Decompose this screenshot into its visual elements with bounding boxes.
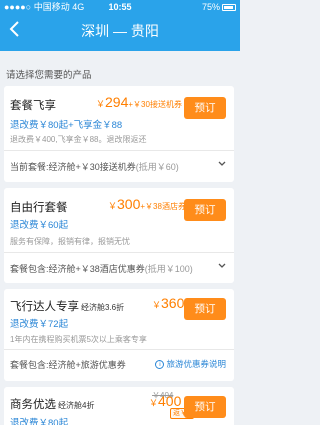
product-discount: 经济舱3.6折 (81, 303, 125, 312)
package-detail-row[interactable]: 套餐包含:经济舱+￥38酒店优惠券(抵用￥100) (10, 262, 226, 275)
book-button[interactable]: 预订 (184, 199, 226, 221)
refund-fee[interactable]: 退改费￥72起 (10, 316, 68, 330)
refund-fee[interactable]: 退改费￥60起 (10, 217, 68, 231)
refund-fee[interactable]: 退改费￥80起+飞享金￥88 (10, 117, 122, 131)
divider (4, 252, 234, 253)
package-detail-row[interactable]: 当前套餐:经济舱+￥30接送机券(抵用￥60) (10, 160, 226, 173)
book-button[interactable]: 预订 (184, 396, 226, 418)
coupon-info-link[interactable]: i 旅游优惠券说明 (155, 358, 226, 370)
product-name: 套餐飞享 (10, 100, 56, 112)
book-button[interactable]: 预订 (184, 97, 226, 119)
product-name: 飞行达人专享 经济舱3.6折 (10, 301, 125, 313)
product-discount: 经济舱4折 (58, 401, 95, 410)
product-card-free-travel: 自由行套餐 ￥300+￥38酒店券 预订 退改费￥60起 服务有保障，报销有律，… (4, 188, 234, 283)
chevron-left-icon (9, 21, 19, 37)
battery-icon (222, 4, 236, 12)
refund-fee[interactable]: 退改费￥80起 (10, 415, 68, 425)
product-card-business: 商务优选 经济舱4折 ￥404 ￥400 返￥4 预订 退改费￥80起 (4, 387, 234, 425)
product-note: 服务有保障，报销有律，报销无忧 (10, 237, 130, 246)
product-note: 1年内在携程购买机票5次以上乘客专享 (10, 335, 147, 344)
header-bar: ●●●●○ 中国移动 4G 10:55 75% 深圳 — 贵阳 (0, 0, 240, 51)
page-title: 深圳 — 贵阳 (81, 23, 159, 39)
chevron-down-icon[interactable] (218, 261, 226, 271)
product-price: ￥360 (152, 295, 185, 311)
product-name: 自由行套餐 (10, 202, 68, 214)
product-card-combo: 套餐飞享 ￥294+￥30接送机券 预订 退改费￥80起+飞享金￥88 退改费￥… (4, 86, 234, 182)
divider (4, 349, 234, 350)
product-price: ￥294+￥30接送机券 (96, 94, 182, 110)
product-card-frequent-flyer: 飞行达人专享 经济舱3.6折 ￥360 预订 退改费￥72起 1年内在携程购买机票… (4, 289, 234, 381)
product-name: 商务优选 经济舱4折 (10, 399, 95, 411)
divider (4, 150, 234, 151)
section-title: 请选择您需要的产品 (6, 70, 92, 81)
back-button[interactable] (8, 20, 28, 42)
product-price: ￥300+￥38酒店券 (108, 196, 186, 212)
status-battery: 75% (202, 0, 236, 14)
book-button[interactable]: 预订 (184, 298, 226, 320)
chevron-down-icon[interactable] (218, 159, 226, 169)
info-icon: i (155, 360, 165, 370)
product-note: 退改费￥400,飞享金￥88。退改限返还 (10, 135, 147, 144)
status-bar: ●●●●○ 中国移动 4G 10:55 75% (0, 0, 240, 14)
package-detail-row: 套餐包含:经济舱+旅游优惠券 (10, 360, 126, 370)
